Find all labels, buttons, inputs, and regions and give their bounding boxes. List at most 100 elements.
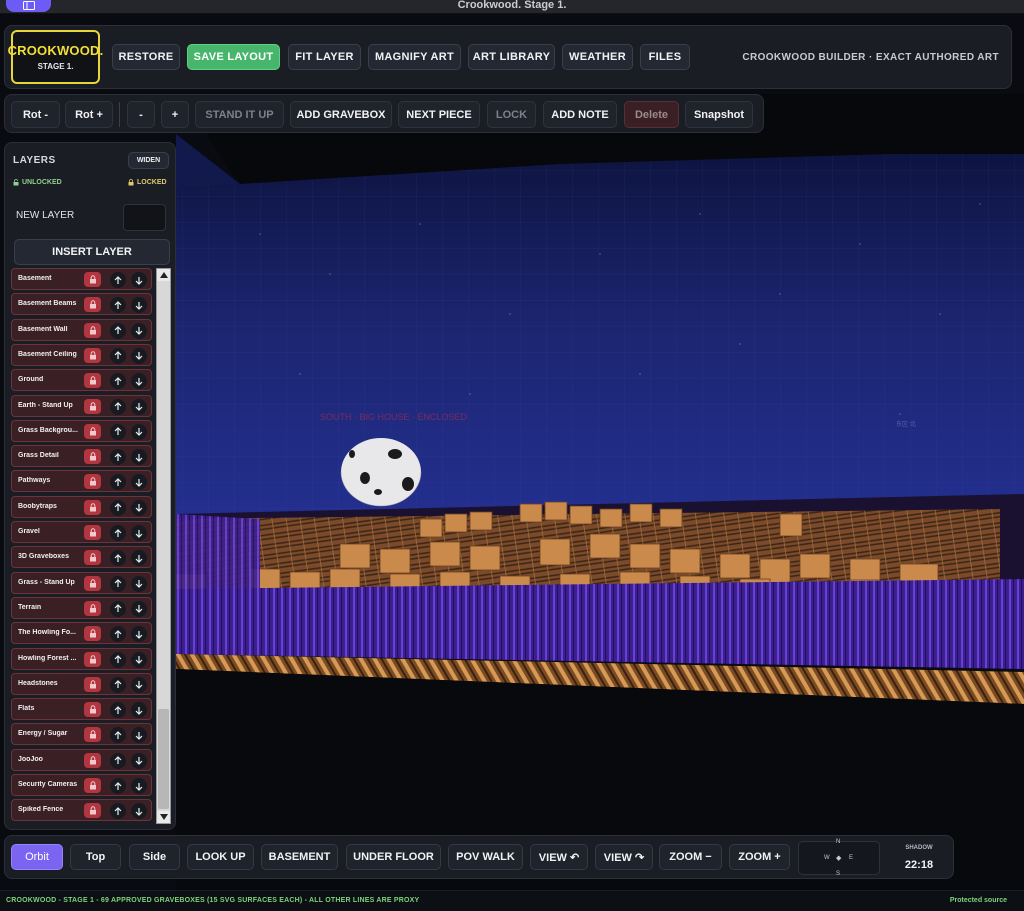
layer-move-down-icon[interactable]: [131, 272, 147, 288]
scrollbar-thumb[interactable]: [158, 709, 169, 809]
layer-row[interactable]: Terrain: [11, 596, 152, 619]
art-library-button[interactable]: ART LIBRARY: [468, 44, 555, 70]
layer-row[interactable]: Earth - Stand Up: [11, 394, 152, 417]
layer-row[interactable]: Gravel: [11, 521, 152, 543]
insert-layer-button[interactable]: INSERT LAYER: [14, 239, 170, 265]
shadow-time[interactable]: 22:18: [887, 859, 951, 871]
layer-lock-icon[interactable]: [84, 600, 101, 616]
layer-row[interactable]: Security Cameras: [11, 774, 152, 796]
layer-lock-icon[interactable]: [84, 499, 101, 515]
layer-lock-icon[interactable]: [84, 651, 101, 667]
stand-it-up-button[interactable]: STAND IT UP: [195, 101, 284, 128]
layer-move-down-icon[interactable]: [131, 398, 147, 415]
layer-move-down-icon[interactable]: [131, 600, 147, 617]
layer-move-up-icon[interactable]: [110, 803, 126, 820]
layer-move-up-icon[interactable]: [110, 272, 126, 288]
layer-row[interactable]: Basement Wall: [11, 318, 152, 341]
layer-lock-icon[interactable]: [84, 474, 101, 490]
layer-move-down-icon[interactable]: [131, 347, 147, 364]
layer-lock-icon[interactable]: [84, 525, 101, 540]
layer-move-down-icon[interactable]: [131, 651, 147, 668]
layer-lock-icon[interactable]: [84, 297, 101, 313]
layer-move-up-icon[interactable]: [110, 449, 126, 466]
layer-move-down-icon[interactable]: [131, 778, 147, 794]
add-note-button[interactable]: ADD NOTE: [543, 101, 617, 128]
layer-move-down-icon[interactable]: [131, 449, 147, 466]
layer-move-up-icon[interactable]: [110, 423, 126, 440]
layer-move-down-icon[interactable]: [131, 525, 147, 541]
layer-move-up-icon[interactable]: [110, 373, 126, 390]
restore-button[interactable]: RESTORE: [112, 44, 180, 70]
layer-row[interactable]: Basement Ceiling: [11, 343, 152, 366]
layer-lock-icon[interactable]: [84, 626, 101, 642]
layer-lock-icon[interactable]: [84, 575, 101, 591]
layer-move-up-icon[interactable]: [110, 550, 126, 567]
layer-row[interactable]: Basement Beams: [11, 293, 152, 316]
save-layout-button[interactable]: SAVE LAYOUT: [187, 44, 280, 70]
layer-row[interactable]: Boobytraps: [11, 495, 152, 518]
layer-lock-icon[interactable]: [84, 423, 101, 439]
scroll-up-arrow-icon[interactable]: [157, 269, 170, 281]
zoom-out-button[interactable]: ZOOM −: [659, 844, 722, 870]
add-gravebox-button[interactable]: ADD GRAVEBOX: [290, 101, 392, 128]
layer-lock-icon[interactable]: [84, 347, 101, 363]
widen-button[interactable]: WIDEN: [128, 152, 169, 169]
files-button[interactable]: FILES: [640, 44, 690, 70]
rotate-right-button[interactable]: Rot +: [65, 101, 113, 128]
layer-move-up-icon[interactable]: [110, 651, 126, 668]
view-rotate-left-button[interactable]: VIEW ↶: [530, 844, 588, 870]
layer-row[interactable]: 3D Graveboxes: [11, 546, 152, 569]
layer-move-down-icon[interactable]: [131, 626, 147, 643]
layer-move-down-icon[interactable]: [131, 373, 147, 390]
layer-move-down-icon[interactable]: [131, 727, 147, 744]
fit-layer-button[interactable]: FIT LAYER: [288, 44, 361, 70]
layer-move-up-icon[interactable]: [110, 474, 126, 491]
layer-move-down-icon[interactable]: [131, 423, 147, 440]
view-rotate-right-button[interactable]: VIEW ↷: [595, 844, 653, 870]
layer-move-up-icon[interactable]: [110, 347, 126, 364]
layer-lock-icon[interactable]: [84, 676, 101, 692]
snapshot-button[interactable]: Snapshot: [685, 101, 753, 128]
layer-lock-icon[interactable]: [84, 373, 101, 389]
zoom-in-button[interactable]: ZOOM +: [729, 844, 790, 870]
layer-move-up-icon[interactable]: [110, 322, 126, 339]
new-layer-input[interactable]: [123, 204, 166, 231]
next-piece-button[interactable]: NEXT PIECE: [398, 101, 480, 128]
layer-list-scrollbar[interactable]: [156, 268, 171, 824]
layer-move-down-icon[interactable]: [131, 702, 147, 719]
layer-lock-icon[interactable]: [84, 449, 101, 465]
layer-row[interactable]: Grass - Stand Up: [11, 571, 152, 594]
shadow-time-widget[interactable]: SHADOW 22:18: [887, 841, 951, 875]
layer-row[interactable]: Ground: [11, 369, 152, 392]
orbit-view-button[interactable]: Orbit: [11, 844, 63, 870]
under-floor-button[interactable]: UNDER FLOOR: [346, 844, 441, 870]
layer-move-up-icon[interactable]: [110, 525, 126, 541]
magnify-art-button[interactable]: MAGNIFY ART: [368, 44, 461, 70]
layer-row[interactable]: JooJoo: [11, 748, 152, 771]
look-up-button[interactable]: LOOK UP: [187, 844, 254, 870]
layer-lock-icon[interactable]: [84, 322, 101, 338]
layer-move-up-icon[interactable]: [110, 499, 126, 516]
top-view-button[interactable]: Top: [70, 844, 121, 870]
scroll-down-arrow-icon[interactable]: [157, 811, 170, 823]
layer-move-up-icon[interactable]: [110, 702, 126, 719]
layer-move-down-icon[interactable]: [131, 297, 147, 314]
pov-walk-button[interactable]: POV WALK: [448, 844, 523, 870]
layer-row[interactable]: Energy / Sugar: [11, 723, 152, 746]
compass-widget[interactable]: N S W E ◆: [798, 839, 880, 877]
layer-move-up-icon[interactable]: [110, 600, 126, 617]
layer-row[interactable]: Spiked Fence: [11, 799, 152, 822]
rotate-left-button[interactable]: Rot -: [11, 101, 60, 128]
scale-down-button[interactable]: -: [127, 101, 155, 128]
layer-lock-icon[interactable]: [84, 752, 101, 768]
layer-lock-icon[interactable]: [84, 803, 101, 819]
layer-move-up-icon[interactable]: [110, 626, 126, 643]
layer-row[interactable]: Headstones: [11, 672, 152, 695]
layer-move-up-icon[interactable]: [110, 398, 126, 415]
delete-button[interactable]: Delete: [624, 101, 679, 128]
layer-move-down-icon[interactable]: [131, 322, 147, 339]
basement-view-button[interactable]: BASEMENT: [261, 844, 338, 870]
layer-lock-icon[interactable]: [84, 778, 101, 793]
layer-move-down-icon[interactable]: [131, 550, 147, 567]
layer-row[interactable]: Grass Backgrou...: [11, 419, 152, 442]
